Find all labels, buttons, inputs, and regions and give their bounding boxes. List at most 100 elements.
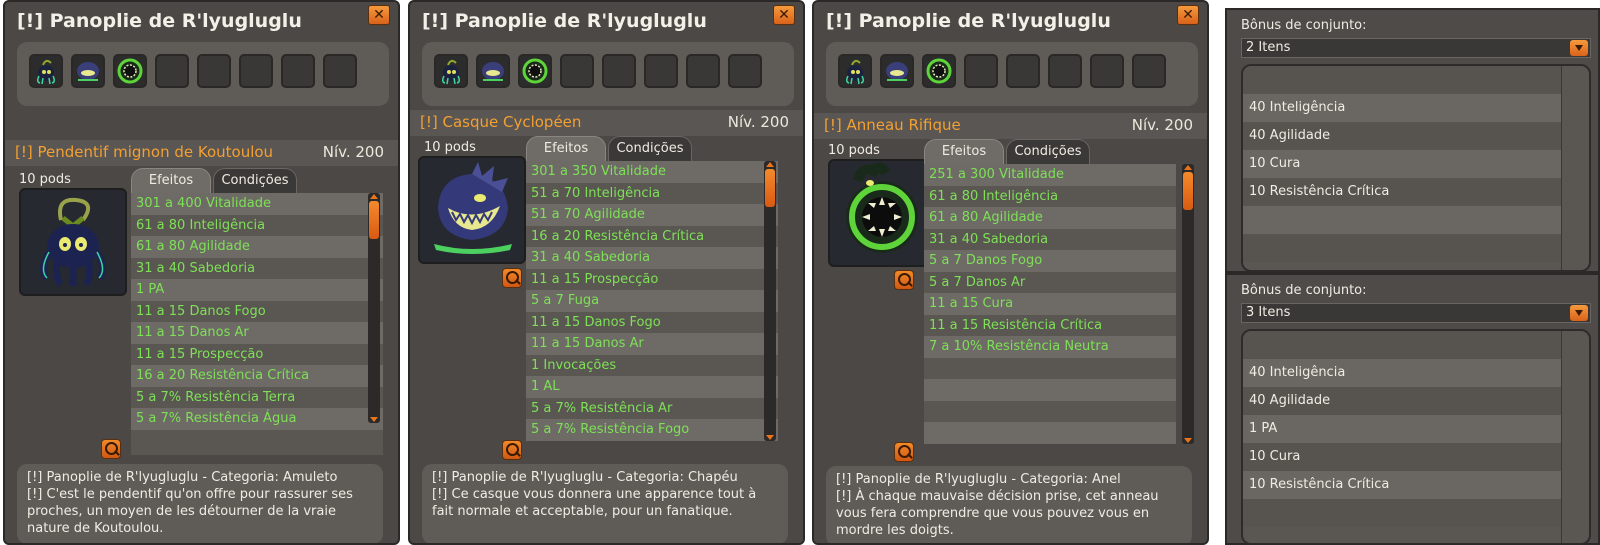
empty-slot[interactable] [239, 54, 273, 88]
item-image [828, 159, 936, 267]
set-bonus-list: 40 Inteligência 40 Agilidade 10 Cura 10 … [1241, 64, 1591, 272]
item-category: [!] Panoplie de R'lyugluglu - Categoria:… [27, 470, 338, 485]
scroll-down-icon[interactable] [766, 435, 774, 440]
item-level: Nív. 200 [727, 113, 789, 131]
effect-row: 51 a 70 Agilidade [526, 204, 778, 226]
bonus-row: 40 Inteligência [1243, 359, 1561, 387]
bonus-scrollbar[interactable] [1561, 66, 1589, 270]
bonus-row: 10 Resistência Crítica [1243, 471, 1561, 499]
empty-slot[interactable] [1132, 54, 1166, 88]
item-panel-helmet: [!] Panoplie de R'lyugluglu ✕ [!] Casque… [408, 0, 805, 545]
item-count-value: 2 Itens [1246, 40, 1291, 55]
slot-helmet-icon[interactable] [476, 54, 510, 88]
effect-row: 301 a 400 Vitalidade [131, 193, 383, 215]
scroll-down-icon[interactable] [370, 417, 378, 422]
empty-slot[interactable] [197, 54, 231, 88]
tab-effects[interactable]: Efeitos [924, 139, 1004, 165]
effects-list: 301 a 400 Vitalidade 61 a 80 Inteligênci… [131, 193, 383, 455]
effect-row: 61 a 80 Agilidade [924, 207, 1176, 229]
empty-slot[interactable] [686, 54, 720, 88]
bonus-row: 40 Agilidade [1243, 122, 1561, 150]
item-panel-pendant: [!] Panoplie de R'lyugluglu ✕ [!] Penden… [3, 0, 400, 545]
item-name[interactable]: [!] Casque Cyclopéen [420, 113, 581, 131]
effect-row: 11 a 15 Danos Ar [526, 333, 778, 355]
item-count-select[interactable]: 2 Itens [1241, 38, 1591, 58]
item-panel-ring: [!] Panoplie de R'lyugluglu ✕ [!] Anneau… [812, 0, 1209, 545]
slot-helmet-icon[interactable] [71, 54, 105, 88]
item-header-strip: [!] Anneau Rifique Nív. 200 [814, 113, 1207, 139]
effect-row: 251 a 300 Vitalidade [924, 164, 1176, 186]
zoom-icon[interactable] [894, 270, 914, 290]
zoom-icon[interactable] [101, 439, 121, 459]
empty-slot[interactable] [155, 54, 189, 88]
effect-row: 51 a 70 Inteligência [526, 182, 778, 204]
item-image [19, 188, 127, 296]
item-count-select[interactable]: 3 Itens [1241, 303, 1591, 323]
slot-ring-icon[interactable] [518, 54, 552, 88]
slot-helmet-icon[interactable] [880, 54, 914, 88]
bonus-row [1243, 206, 1561, 234]
empty-slot[interactable] [281, 54, 315, 88]
tab-effects[interactable]: Efeitos [526, 136, 606, 162]
effects-scrollbar[interactable] [1182, 164, 1194, 444]
effect-row: 7 a 10% Resistência Neutra [924, 336, 1176, 358]
effect-row: 11 a 15 Prospecção [131, 343, 383, 365]
scroll-thumb[interactable] [1183, 172, 1193, 210]
chevron-down-icon[interactable] [1570, 40, 1588, 56]
empty-slot[interactable] [728, 54, 762, 88]
chevron-down-icon[interactable] [1570, 305, 1588, 321]
tab-conditions[interactable]: Condições [213, 168, 297, 194]
bonus-scrollbar[interactable] [1561, 331, 1589, 543]
empty-slot[interactable] [1006, 54, 1040, 88]
empty-slot[interactable] [644, 54, 678, 88]
scroll-up-icon[interactable] [766, 162, 774, 167]
panel-title: [!] Panoplie de R'lyugluglu [826, 10, 1111, 32]
empty-slot[interactable] [1048, 54, 1082, 88]
set-bonus-panel-2: Bônus de conjunto: 2 Itens 40 Inteligênc… [1225, 8, 1600, 273]
scroll-thumb[interactable] [369, 201, 379, 239]
zoom-icon[interactable] [502, 440, 522, 460]
effects-scrollbar[interactable] [764, 161, 776, 441]
zoom-icon[interactable] [894, 442, 914, 462]
bonus-row [1243, 499, 1561, 527]
item-name[interactable]: [!] Pendentif mignon de Koutoulou [15, 143, 273, 161]
effect-row: 11 a 15 Resistência Crítica [924, 314, 1176, 336]
item-name[interactable]: [!] Anneau Rifique [824, 116, 961, 134]
empty-slot[interactable] [964, 54, 998, 88]
empty-slot[interactable] [560, 54, 594, 88]
effects-scrollbar[interactable] [368, 193, 380, 423]
item-image [418, 156, 526, 264]
scroll-down-icon[interactable] [1184, 438, 1192, 443]
tab-effects[interactable]: Efeitos [131, 168, 211, 194]
item-lore: [!] Ce casque vous donnera une apparence… [432, 487, 757, 519]
zoom-icon[interactable] [502, 268, 522, 288]
slot-ring-icon[interactable] [113, 54, 147, 88]
scroll-thumb[interactable] [765, 169, 775, 207]
effect-row [924, 400, 1176, 422]
scroll-up-icon[interactable] [370, 194, 378, 199]
empty-slot[interactable] [602, 54, 636, 88]
close-button[interactable]: ✕ [368, 5, 390, 25]
tab-conditions[interactable]: Condições [608, 136, 692, 162]
empty-slot[interactable] [323, 54, 357, 88]
slot-ring-icon[interactable] [922, 54, 956, 88]
empty-slot[interactable] [1090, 54, 1124, 88]
bonus-row [1243, 234, 1561, 262]
effect-row: 5 a 7 Danos Fogo [924, 250, 1176, 272]
effects-list: 251 a 300 Vitalidade 61 a 80 Inteligênci… [924, 164, 1176, 444]
set-slot-bar [422, 42, 794, 106]
bonus-row: 10 Cura [1243, 150, 1561, 178]
close-button[interactable]: ✕ [1177, 5, 1199, 25]
effect-row: 61 a 80 Inteligência [131, 214, 383, 236]
item-description: [!] Panoplie de R'lyugluglu - Categoria:… [422, 464, 788, 543]
close-button[interactable]: ✕ [773, 5, 795, 25]
tab-conditions[interactable]: Condições [1006, 139, 1090, 165]
slot-amulet-icon[interactable] [29, 54, 63, 88]
effect-row: 5 a 7 Fuga [526, 290, 778, 312]
scroll-up-icon[interactable] [1184, 165, 1192, 170]
effect-row: 61 a 80 Inteligência [924, 185, 1176, 207]
bonus-row: 1 PA [1243, 415, 1561, 443]
slot-amulet-icon[interactable] [434, 54, 468, 88]
effect-row: 1 AL [526, 376, 778, 398]
slot-amulet-icon[interactable] [838, 54, 872, 88]
